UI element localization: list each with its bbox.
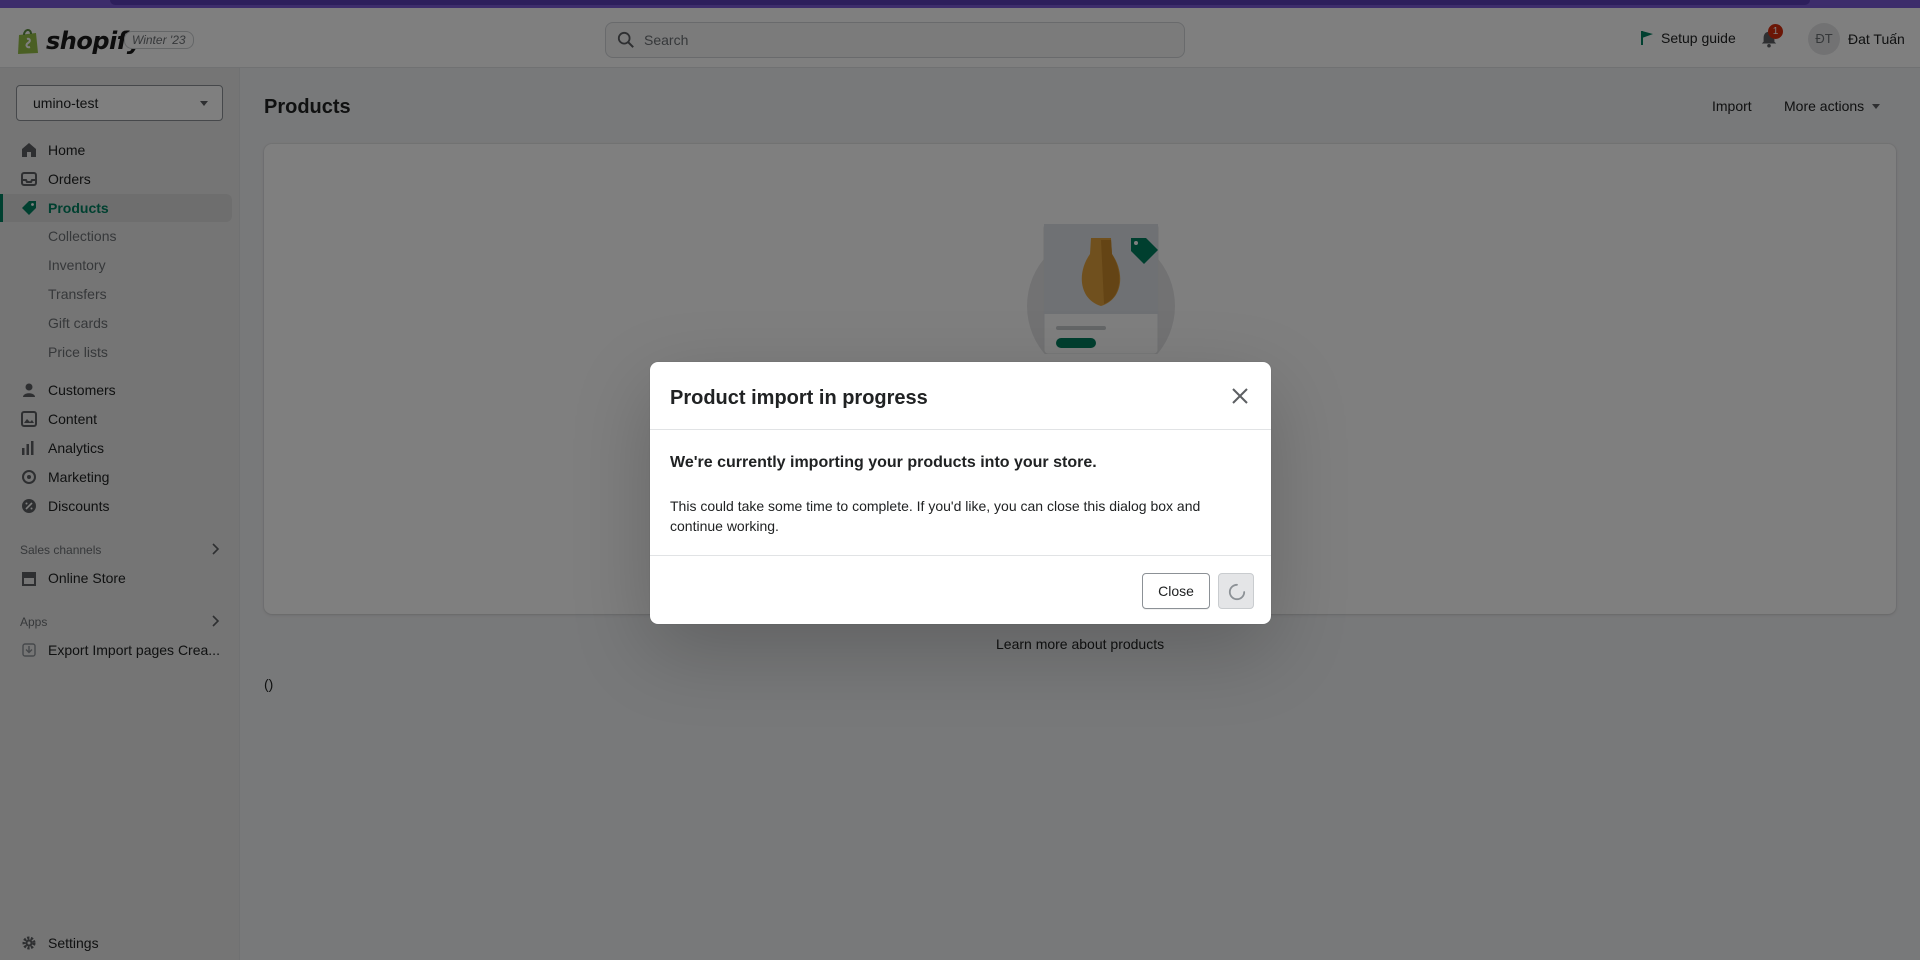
dialog-description: This could take some time to complete. I… [670, 498, 1201, 534]
loading-button[interactable] [1218, 573, 1254, 609]
dialog-title: Product import in progress [670, 387, 928, 409]
close-icon[interactable] [1228, 384, 1252, 408]
dialog-lead-text: We're currently importing your products … [670, 454, 1097, 471]
close-button[interactable]: Close [1142, 573, 1210, 609]
import-progress-dialog: Product import in progress We're current… [650, 362, 1271, 624]
dialog-header: Product import in progress [650, 362, 1271, 430]
dialog-body: We're currently importing your products … [670, 454, 1250, 536]
dialog-footer: Close [650, 555, 1271, 624]
spinner-icon [1228, 583, 1246, 601]
